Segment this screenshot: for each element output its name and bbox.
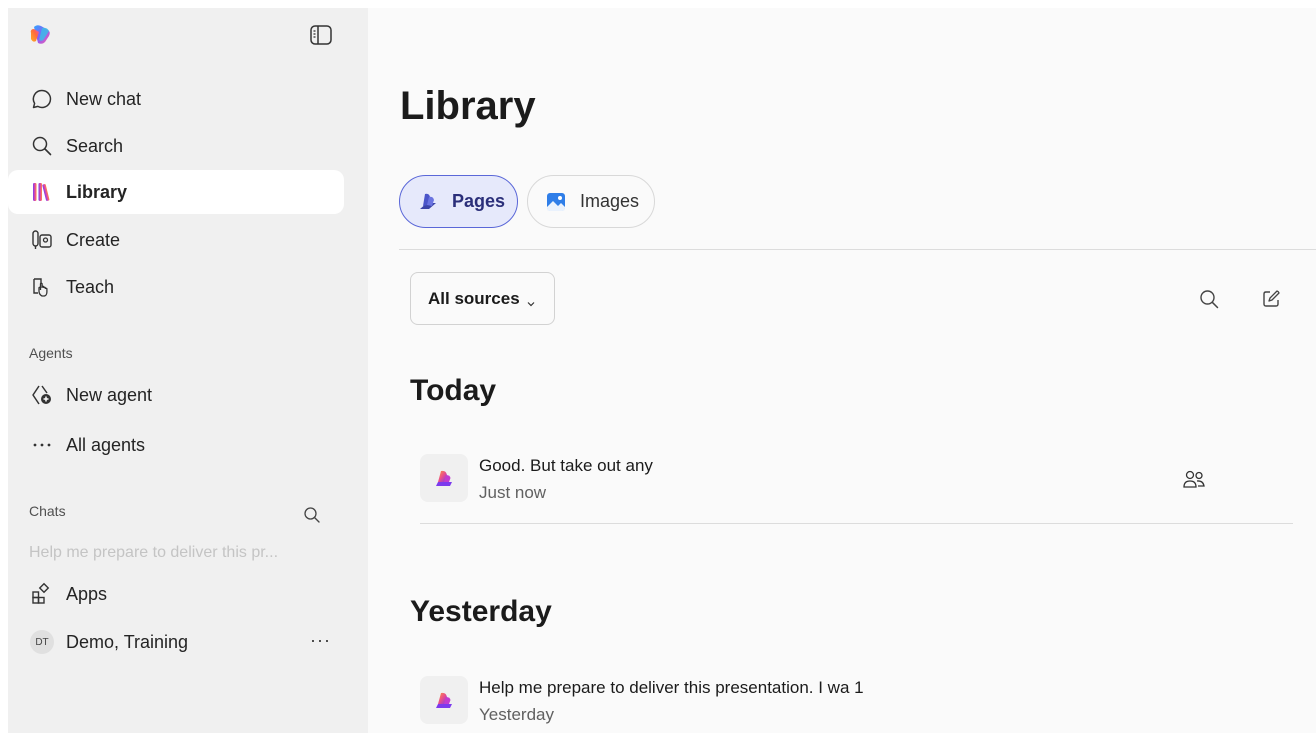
- tab-pages[interactable]: Pages: [399, 175, 518, 228]
- new-page-icon[interactable]: [1260, 288, 1282, 310]
- library-search-icon[interactable]: [1198, 288, 1220, 310]
- pages-icon: [416, 190, 440, 214]
- nav-teach[interactable]: Teach: [8, 265, 344, 309]
- list-item-time: Just now: [479, 483, 547, 502]
- group-title-yesterday: Yesterday: [410, 595, 552, 628]
- tab-pages-label: Pages: [452, 191, 506, 211]
- nav-library-label: Library: [66, 181, 128, 202]
- nav-new-chat[interactable]: New chat: [8, 77, 344, 121]
- tab-images-label: Images: [580, 191, 640, 211]
- page-title: Library: [400, 84, 536, 128]
- chevron-down-icon: [526, 294, 536, 306]
- user-more-button[interactable]: ···: [310, 630, 331, 651]
- page-thumbnail-icon: [420, 454, 468, 502]
- teach-icon: [30, 275, 54, 299]
- chats-search-icon[interactable]: [302, 505, 322, 525]
- chats-section-label: Chats: [29, 503, 66, 519]
- list-item-title: Help me prepare to deliver this presenta…: [479, 678, 864, 697]
- tab-images[interactable]: Images: [527, 175, 655, 228]
- source-filter-label: All sources: [428, 288, 520, 308]
- apps-icon: [30, 582, 54, 606]
- nav-all-agents[interactable]: All agents: [8, 423, 344, 467]
- source-filter-dropdown[interactable]: All sources: [410, 272, 555, 325]
- row-divider: [420, 523, 1293, 524]
- shared-people-icon: [1182, 468, 1206, 490]
- image-icon: [544, 190, 568, 214]
- nav-search[interactable]: Search: [8, 124, 344, 168]
- sidebar: New chat Search Library Create Teach Age…: [8, 8, 368, 733]
- nav-apps[interactable]: Apps: [8, 572, 344, 616]
- list-item-time: Yesterday: [479, 705, 554, 724]
- nav-teach-label: Teach: [66, 276, 115, 297]
- list-item-title: Good. But take out any: [479, 456, 653, 475]
- nav-apps-label: Apps: [66, 583, 108, 604]
- chat-bubble-icon: [30, 87, 54, 111]
- create-icon: [30, 228, 54, 252]
- agents-section-label: Agents: [29, 345, 73, 361]
- user-name: Demo, Training: [66, 631, 189, 652]
- group-title-today: Today: [410, 374, 497, 407]
- search-icon: [30, 134, 54, 158]
- nav-new-agent[interactable]: New agent: [8, 373, 344, 417]
- copilot-app: New chat Search Library Create Teach Age…: [8, 8, 1316, 733]
- list-item[interactable]: Help me prepare to deliver this presenta…: [420, 676, 1293, 742]
- sidebar-toggle-icon[interactable]: [308, 24, 334, 46]
- avatar: DT: [30, 630, 54, 654]
- recent-chat-item[interactable]: Help me prepare to deliver this pr...: [29, 544, 339, 562]
- nav-create-label: Create: [66, 229, 121, 250]
- nav-search-label: Search: [66, 135, 124, 156]
- nav-new-agent-label: New agent: [66, 384, 153, 405]
- nav-library[interactable]: Library: [8, 170, 344, 214]
- nav-new-chat-label: New chat: [66, 88, 142, 109]
- user-profile[interactable]: DT Demo, Training: [8, 620, 344, 664]
- tabs-divider: [399, 249, 1316, 250]
- main-content: Library Pages Images All sources Today G…: [368, 8, 1316, 733]
- library-icon: [30, 180, 54, 204]
- nav-all-agents-label: All agents: [66, 434, 146, 455]
- list-item[interactable]: Good. But take out any Just now: [420, 454, 1293, 520]
- page-thumbnail-icon: [420, 676, 468, 724]
- nav-create[interactable]: Create: [8, 218, 344, 262]
- new-agent-icon: [30, 383, 54, 407]
- copilot-logo-icon[interactable]: [28, 24, 54, 46]
- more-dots-icon: [30, 433, 54, 457]
